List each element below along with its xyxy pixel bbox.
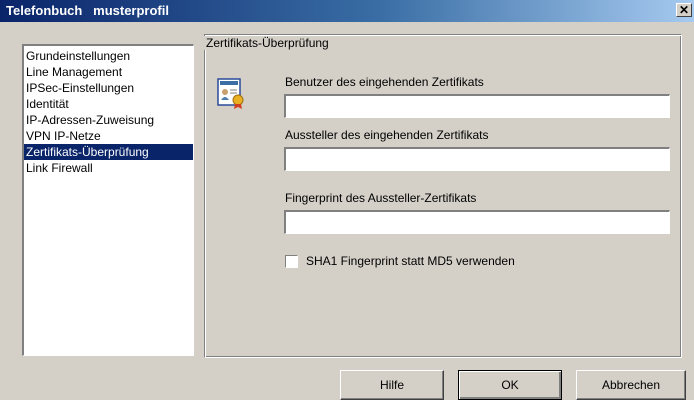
- issuer-cert-input[interactable]: [284, 147, 670, 171]
- fingerprint-label: Fingerprint des Aussteller-Zertifikats: [285, 191, 477, 205]
- nav-item-ip-adressen-zuweisung[interactable]: IP-Adressen-Zuweisung: [24, 112, 193, 128]
- close-button[interactable]: ✕: [676, 3, 692, 17]
- settings-nav-list[interactable]: Grundeinstellungen Line Management IPSec…: [22, 44, 194, 356]
- user-cert-input[interactable]: [284, 94, 670, 118]
- sha1-checkbox[interactable]: [285, 255, 298, 268]
- ok-button[interactable]: OK: [458, 370, 562, 400]
- nav-item-ipsec-einstellungen[interactable]: IPSec-Einstellungen: [24, 80, 193, 96]
- close-icon: ✕: [678, 3, 690, 17]
- groupbox-title: Zertifikats-Überprüfung: [204, 36, 331, 50]
- nav-item-identitaet[interactable]: Identität: [24, 96, 193, 112]
- nav-item-line-management[interactable]: Line Management: [24, 64, 193, 80]
- window-title: Telefonbuch musterprofil: [6, 3, 169, 18]
- nav-item-zertifikats-ueberpruefung[interactable]: Zertifikats-Überprüfung: [24, 144, 193, 160]
- nav-item-link-firewall[interactable]: Link Firewall: [24, 160, 193, 176]
- nav-item-vpn-ip-netze[interactable]: VPN IP-Netze: [24, 128, 193, 144]
- help-button[interactable]: Hilfe: [340, 370, 444, 400]
- fingerprint-input[interactable]: [284, 210, 670, 234]
- user-cert-label: Benutzer des eingehenden Zertifikats: [285, 75, 484, 89]
- title-bar: Telefonbuch musterprofil ✕: [0, 0, 694, 22]
- issuer-cert-label: Aussteller des eingehenden Zertifikats: [285, 128, 489, 142]
- certificate-icon: [217, 78, 244, 109]
- sha1-checkbox-label[interactable]: SHA1 Fingerprint statt MD5 verwenden: [306, 254, 515, 268]
- nav-item-grundeinstellungen[interactable]: Grundeinstellungen: [24, 48, 193, 64]
- cancel-button[interactable]: Abbrechen: [576, 370, 686, 400]
